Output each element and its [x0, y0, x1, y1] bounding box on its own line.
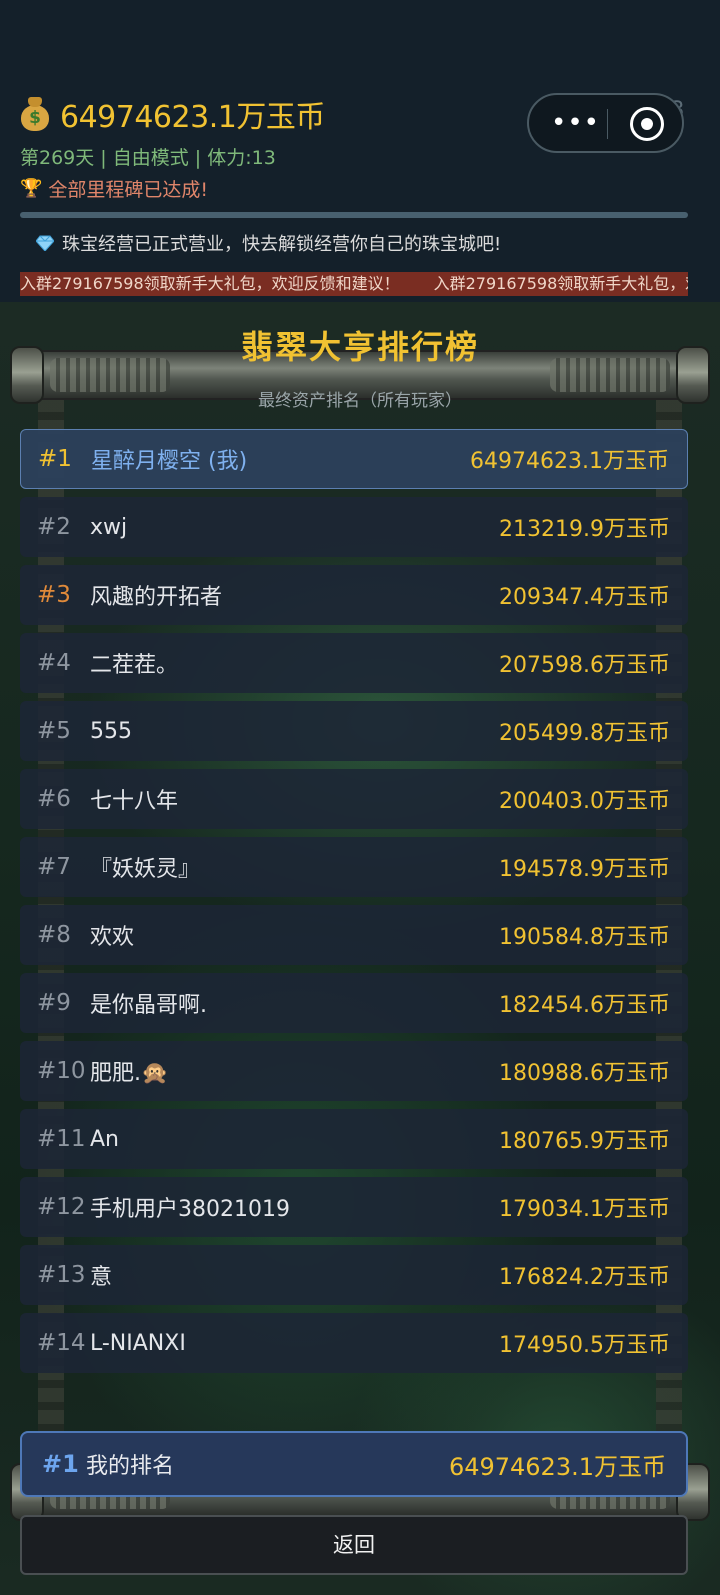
row-rank: #11 [37, 1126, 86, 1152]
row-player-name: 555 [90, 718, 132, 744]
row-amount: 207598.6万玉币 [499, 653, 670, 678]
row-rank: #9 [37, 990, 71, 1016]
row-amount: 182454.6万玉币 [499, 993, 670, 1018]
row-player-name: 七十八年 [90, 789, 179, 814]
row-player-name: 欢欢 [90, 925, 135, 950]
ranking-row[interactable]: #7 『妖妖灵』 194578.9万玉币 [20, 837, 688, 897]
row-rank: #5 [37, 718, 71, 744]
row-player-name: 风趣的开拓者 [90, 585, 223, 610]
business-notice: 珠宝经营已正式营业，快去解锁经营你自己的珠宝城吧! [36, 230, 501, 256]
announcement-marquee: 入群279167598领取新手大礼包，欢迎反馈和建议！ 入群279167598领取… [20, 272, 688, 296]
row-amount: 213219.9万玉币 [499, 517, 670, 542]
money-amount: 64974623.1万玉币 [60, 100, 325, 135]
row-player-name: 意 [90, 1265, 113, 1290]
ranking-row[interactable]: #1 星醉月樱空 (我) 64974623.1万玉币 [20, 429, 688, 489]
ranking-row[interactable]: #11 An 180765.9万玉币 [20, 1109, 688, 1169]
row-amount: 194578.9万玉币 [499, 857, 670, 882]
ranking-row[interactable]: #2 xwj 213219.9万玉币 [20, 497, 688, 557]
row-player-name: 『妖妖灵』 [90, 857, 201, 882]
capsule-divider [607, 109, 608, 139]
row-rank: #12 [37, 1194, 86, 1220]
ranking-row[interactable]: #5 555 205499.8万玉币 [20, 701, 688, 761]
row-rank: #6 [37, 786, 71, 812]
row-amount: 64974623.1万玉币 [470, 449, 669, 474]
ranking-row[interactable]: #4 二茬茬。 207598.6万玉币 [20, 633, 688, 693]
row-player-name: An [90, 1126, 119, 1152]
row-player-name: 肥肥.🙊 [90, 1061, 169, 1086]
row-player-name: xwj [90, 514, 128, 540]
game-status-line: 第269天 | 自由模式 | 体力:13 [20, 147, 276, 169]
more-menu-icon[interactable]: ••• [551, 110, 600, 136]
diamond-icon [36, 235, 54, 251]
back-button[interactable]: 返回 [20, 1515, 688, 1575]
row-player-name: 星醉月樱空 (我) [91, 449, 248, 474]
ranking-row[interactable]: #12 手机用户38021019 179034.1万玉币 [20, 1177, 688, 1237]
status-header: $ 64974623.1万玉币 第269天 | 自由模式 | 体力:13 🏆 全… [0, 0, 720, 302]
ranking-row[interactable]: #14 L-NIANXI 174950.5万玉币 [20, 1313, 688, 1373]
row-player-name: L-NIANXI [90, 1330, 186, 1356]
row-rank: #4 [37, 650, 71, 676]
money-bag-icon: $ [20, 97, 50, 131]
row-amount: 205499.8万玉币 [499, 721, 670, 746]
ranking-row[interactable]: #6 七十八年 200403.0万玉币 [20, 769, 688, 829]
ranking-list[interactable]: #1 星醉月樱空 (我) 64974623.1万玉币 #2 xwj 213219.9万玉币… [20, 429, 688, 1389]
ranking-row[interactable]: #9 是你晶哥啊. 182454.6万玉币 [20, 973, 688, 1033]
row-amount: 179034.1万玉币 [499, 1197, 670, 1222]
money-display: $ 64974623.1万玉币 [20, 92, 325, 136]
row-rank: #1 [38, 446, 72, 472]
row-rank: #13 [37, 1262, 86, 1288]
milestone-progress-fill [20, 212, 688, 218]
row-player-name: 是你晶哥啊. [90, 993, 207, 1018]
my-rank-amount: 64974623.1万玉币 [448, 1452, 666, 1481]
row-amount: 180988.6万玉币 [499, 1061, 670, 1086]
marquee-text: 入群279167598领取新手大礼包，欢迎反馈和建议！ [20, 274, 400, 293]
notice-text: 珠宝经营已正式营业，快去解锁经营你自己的珠宝城吧! [62, 234, 502, 255]
ranking-row[interactable]: #10 肥肥.🙊 180988.6万玉币 [20, 1041, 688, 1101]
row-rank: #3 [37, 582, 71, 608]
row-rank: #7 [37, 854, 71, 880]
milestone-progress-bar [20, 212, 688, 218]
row-rank: #10 [37, 1058, 86, 1084]
leaderboard-panel: 翡翠大亨排行榜 最终资产排名（所有玩家） #1 星醉月樱空 (我) 64974623… [0, 302, 720, 1595]
ranking-row[interactable]: #8 欢欢 190584.8万玉币 [20, 905, 688, 965]
leaderboard-subtitle: 最终资产排名（所有玩家） [258, 391, 462, 411]
mini-program-capsule: ••• [527, 93, 684, 153]
row-player-name: 二茬茬。 [90, 653, 179, 678]
row-amount: 190584.8万玉币 [499, 925, 670, 950]
row-amount: 174950.5万玉币 [499, 1333, 670, 1358]
row-rank: #14 [37, 1330, 86, 1356]
leaderboard-title: 翡翠大亨排行榜 [240, 328, 479, 366]
my-rank-number: #1 [42, 1450, 79, 1478]
my-rank-bar: #1 我的排名 64974623.1万玉币 [20, 1431, 688, 1497]
row-amount: 176824.2万玉币 [499, 1265, 670, 1290]
my-rank-label: 我的排名 [86, 1454, 175, 1479]
marquee-text-repeat: 入群279167598领取新手大礼包，欢迎反馈和建议！ [433, 274, 688, 293]
row-amount: 180765.9万玉币 [499, 1129, 670, 1154]
row-rank: #2 [37, 514, 71, 540]
trophy-icon: 🏆 [20, 178, 43, 199]
row-player-name: 手机用户38021019 [90, 1197, 290, 1222]
ranking-row[interactable]: #13 意 176824.2万玉币 [20, 1245, 688, 1305]
milestone-status: 🏆 全部里程碑已达成! [20, 175, 208, 202]
close-program-icon[interactable] [630, 107, 664, 141]
row-amount: 200403.0万玉币 [499, 789, 670, 814]
row-amount: 209347.4万玉币 [499, 585, 670, 610]
row-rank: #8 [37, 922, 71, 948]
milestone-text: 全部里程碑已达成! [48, 179, 209, 201]
ranking-row[interactable]: #3 风趣的开拓者 209347.4万玉币 [20, 565, 688, 625]
